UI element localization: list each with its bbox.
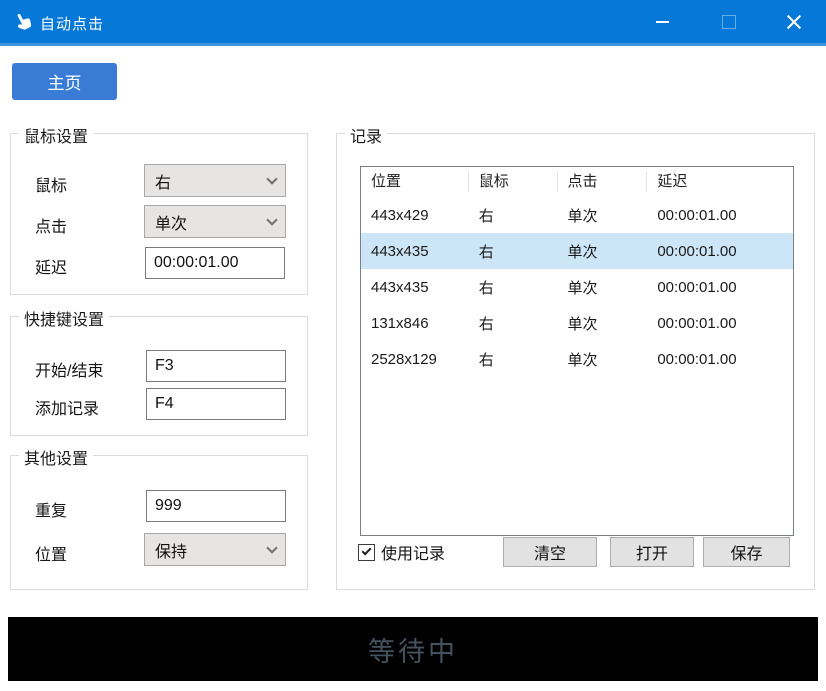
- table-row[interactable]: 443x429 右 单次 00:00:01.00: [361, 197, 793, 233]
- home-button[interactable]: 主页: [12, 63, 117, 100]
- chevron-down-icon: [266, 214, 277, 225]
- mouse-button-select[interactable]: 右: [144, 164, 286, 197]
- start-stop-label: 开始/结束: [35, 357, 103, 381]
- record-cell-delay: 00:00:01.00: [647, 207, 793, 224]
- record-cell-delay: 00:00:01.00: [647, 279, 793, 296]
- record-cell-position: 443x429: [361, 207, 469, 224]
- record-cell-delay: 00:00:01.00: [647, 351, 793, 368]
- mouse-button-value: 右: [155, 169, 171, 193]
- column-header-mouse[interactable]: 鼠标: [469, 172, 558, 192]
- checkbox-checked-icon: [358, 544, 375, 561]
- maximize-icon: [722, 15, 736, 29]
- status-bar: 等待中: [8, 617, 818, 681]
- delay-label: 延迟: [35, 254, 67, 278]
- clear-button[interactable]: 清空: [503, 537, 597, 567]
- table-row[interactable]: 2528x129 右 单次 00:00:01.00: [361, 341, 793, 377]
- table-row[interactable]: 443x435 右 单次 00:00:01.00: [361, 269, 793, 305]
- record-cell-position: 2528x129: [361, 351, 469, 368]
- repeat-count-input[interactable]: [146, 490, 286, 522]
- close-button[interactable]: [771, 0, 817, 43]
- record-cell-mouse: 右: [469, 313, 558, 334]
- position-mode-value: 保持: [155, 538, 187, 562]
- other-settings-title: 其他设置: [19, 445, 93, 469]
- records-title: 记录: [345, 123, 387, 147]
- close-icon: [786, 14, 802, 30]
- record-cell-position: 443x435: [361, 243, 469, 260]
- other-settings-group: 其他设置: [10, 455, 308, 590]
- record-cell-click: 单次: [558, 349, 648, 370]
- window-title: 自动点击: [40, 13, 104, 34]
- record-cell-delay: 00:00:01.00: [647, 243, 793, 260]
- record-cell-click: 单次: [558, 205, 648, 226]
- add-record-hotkey-input[interactable]: [146, 388, 286, 420]
- chevron-down-icon: [266, 173, 277, 184]
- record-cell-mouse: 右: [469, 205, 558, 226]
- minimize-button[interactable]: [639, 0, 685, 43]
- titlebar: 自动点击: [0, 0, 826, 46]
- use-records-checkbox[interactable]: 使用记录: [358, 540, 445, 564]
- table-row-selected[interactable]: 443x435 右 单次 00:00:01.00: [361, 233, 793, 269]
- check-icon: [362, 546, 372, 556]
- column-header-position[interactable]: 位置: [361, 172, 469, 192]
- start-stop-hotkey-input[interactable]: [146, 350, 286, 382]
- column-header-delay[interactable]: 延迟: [647, 172, 793, 192]
- mouse-settings-title: 鼠标设置: [19, 123, 93, 147]
- chevron-down-icon: [266, 542, 277, 553]
- record-cell-position: 443x435: [361, 279, 469, 296]
- position-label: 位置: [35, 541, 67, 565]
- record-cell-mouse: 右: [469, 241, 558, 262]
- record-cell-mouse: 右: [469, 277, 558, 298]
- save-button[interactable]: 保存: [703, 537, 790, 567]
- click-type-label: 点击: [35, 213, 67, 237]
- record-cell-click: 单次: [558, 277, 648, 298]
- record-cell-click: 单次: [558, 313, 648, 334]
- column-header-click[interactable]: 点击: [558, 172, 648, 192]
- record-cell-click: 单次: [558, 241, 648, 262]
- mouse-button-label: 鼠标: [35, 172, 67, 196]
- click-type-select[interactable]: 单次: [144, 205, 286, 238]
- add-record-label: 添加记录: [35, 395, 99, 419]
- click-type-value: 单次: [155, 210, 187, 234]
- table-row[interactable]: 131x846 右 单次 00:00:01.00: [361, 305, 793, 341]
- records-table: 位置 鼠标 点击 延迟 443x429 右 单次 00:00:01.00 443…: [360, 166, 794, 536]
- minimize-icon: [656, 21, 669, 23]
- position-mode-select[interactable]: 保持: [144, 533, 286, 566]
- records-table-header: 位置 鼠标 点击 延迟: [361, 167, 793, 197]
- record-cell-mouse: 右: [469, 349, 558, 370]
- app-window: 自动点击 主页 鼠标设置 鼠标 右 点击 单次 延迟 快捷键设置 开始/结束 添…: [0, 0, 826, 691]
- maximize-button[interactable]: [706, 0, 752, 43]
- repeat-label: 重复: [35, 497, 67, 521]
- open-button[interactable]: 打开: [610, 537, 694, 567]
- use-records-label: 使用记录: [381, 540, 445, 564]
- app-hand-icon: [13, 10, 35, 34]
- hotkey-settings-title: 快捷键设置: [19, 306, 109, 330]
- record-cell-delay: 00:00:01.00: [647, 315, 793, 332]
- record-cell-position: 131x846: [361, 315, 469, 332]
- delay-input[interactable]: [145, 247, 285, 279]
- status-text: 等待中: [368, 630, 458, 669]
